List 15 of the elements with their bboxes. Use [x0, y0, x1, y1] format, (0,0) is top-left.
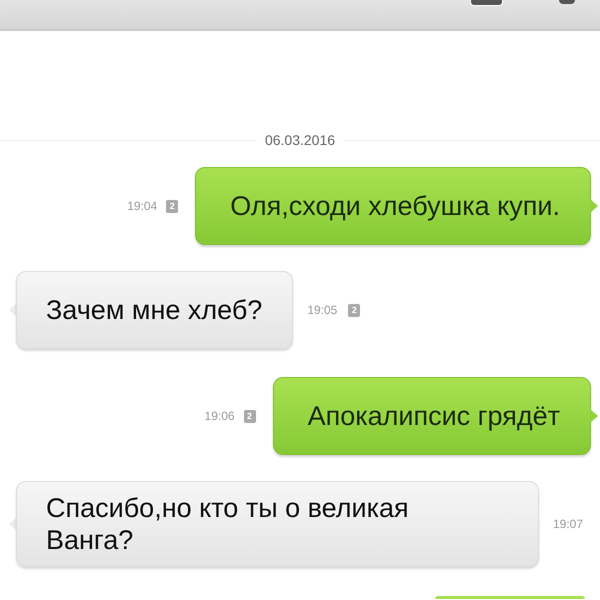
message-text: Зачем мне хлеб? — [46, 294, 262, 326]
sim-card-icon: 2 — [348, 304, 360, 316]
date-label: 06.03.2016 — [256, 133, 344, 147]
message-text: Апокалипсис грядёт — [308, 400, 560, 432]
message-time: 19:05 — [307, 304, 338, 316]
bubble-tail-icon — [590, 199, 598, 213]
message-time: 19:06 — [204, 410, 235, 422]
message-text: Спасибо,но кто ты о великая Ванга? — [46, 492, 410, 556]
rounded-rect-icon[interactable] — [470, 0, 503, 6]
message-time: 19:07 — [553, 518, 584, 530]
bubble-tail-icon — [590, 409, 598, 423]
sim-card-icon: 2 — [166, 200, 178, 212]
sim-card-icon: 2 — [244, 410, 256, 422]
message-text: Оля,сходи хлебушка купи. — [230, 190, 560, 222]
message-time: 19:04 — [127, 200, 158, 212]
